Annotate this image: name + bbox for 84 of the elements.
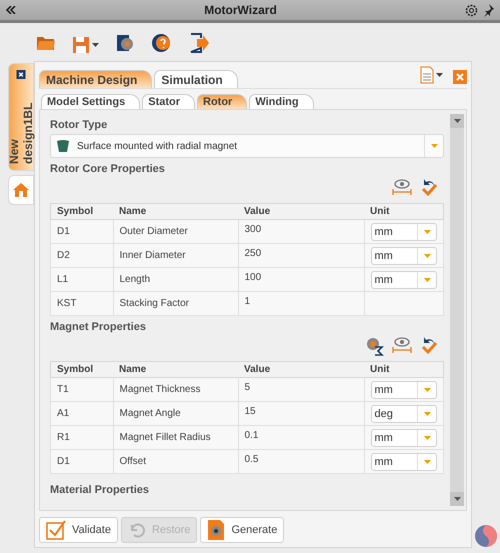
value-field[interactable]: 15 <box>238 402 364 426</box>
caret-icon <box>92 43 99 47</box>
table-cell: Magnet Angle <box>113 402 238 426</box>
table-cell: L1 <box>50 268 113 292</box>
column-header: Unit <box>364 362 444 378</box>
eye-dimension-icon[interactable] <box>392 178 412 196</box>
caret-icon <box>424 230 430 234</box>
tab[interactable]: Machine Design <box>39 70 152 88</box>
help-icon[interactable] <box>151 33 173 53</box>
home-tab[interactable] <box>8 175 34 205</box>
section-title: Rotor Type <box>50 118 108 133</box>
unit-dropdown[interactable]: mm <box>370 428 437 446</box>
table-cell: Offset <box>113 450 238 474</box>
table-cell: A1 <box>50 402 113 426</box>
value-field[interactable]: 0.5 <box>238 450 364 474</box>
tab[interactable]: Simulation <box>154 70 238 88</box>
column-header: Symbol <box>50 362 113 378</box>
tab[interactable]: Rotor <box>197 94 248 109</box>
tab[interactable]: Winding <box>249 94 314 109</box>
collapse-icon[interactable] <box>6 6 16 14</box>
save-icon[interactable] <box>72 36 90 54</box>
tab[interactable]: Stator <box>142 94 196 109</box>
undo-check-icon[interactable] <box>420 336 438 356</box>
table-cell: D1 <box>50 450 113 474</box>
undo-check-icon[interactable] <box>420 178 438 198</box>
settings-icon[interactable] <box>465 4 478 16</box>
section-title: Rotor Core Properties <box>50 162 166 177</box>
table-cell: R1 <box>50 426 113 450</box>
design-tab[interactable]: New design1BL <box>8 63 34 171</box>
table-cell: Magnet Fillet Radius <box>113 426 238 450</box>
table-cell: Inner Diameter <box>113 244 238 268</box>
column-header: Value <box>238 362 364 378</box>
unit-dropdown[interactable]: mm <box>370 452 437 470</box>
unit-dropdown[interactable]: mm <box>370 270 437 288</box>
caret-icon <box>424 388 430 392</box>
document-icon[interactable] <box>420 66 434 84</box>
caret-icon <box>424 460 430 464</box>
generate-button[interactable]: Generate <box>200 517 284 543</box>
rotor-type-dropdown[interactable]: Surface mounted with radial magnet <box>50 134 444 158</box>
caret-icon <box>424 278 430 282</box>
value-field[interactable]: 100 <box>238 268 364 292</box>
section-title: Material Properties <box>50 483 150 498</box>
column-header: Name <box>113 362 238 378</box>
value-field[interactable]: 250 <box>238 244 364 268</box>
table-cell: Outer Diameter <box>113 220 238 244</box>
exit-icon[interactable] <box>189 33 209 53</box>
value-field[interactable]: 5 <box>238 378 364 402</box>
unit-dropdown[interactable]: deg <box>370 404 437 422</box>
home-icon <box>12 182 30 198</box>
table-cell: D2 <box>50 244 113 268</box>
validate-button[interactable]: Validate <box>39 517 118 543</box>
pin-icon[interactable] <box>482 4 494 16</box>
scrollbar[interactable] <box>450 114 464 506</box>
value-field[interactable]: 300 <box>238 220 364 244</box>
table-cell: Magnet Thickness <box>113 378 238 402</box>
window-title: MotorWizard <box>204 3 277 17</box>
caret-icon <box>454 119 460 123</box>
column-header: Name <box>113 204 238 220</box>
table-cell: Stacking Factor <box>113 292 238 316</box>
logo-icon <box>474 524 498 548</box>
rotor-shape-icon <box>57 140 69 152</box>
unit-dropdown[interactable]: mm <box>370 380 437 398</box>
checkbox-check-icon <box>46 520 66 540</box>
table-cell: KST <box>50 292 113 316</box>
caret-icon <box>424 436 430 440</box>
table-cell: D1 <box>50 220 113 244</box>
unit-dropdown[interactable]: mm <box>370 246 437 264</box>
caret-icon <box>430 144 438 148</box>
unit-dropdown[interactable]: mm <box>370 222 437 240</box>
value-field[interactable]: 0.1 <box>238 426 364 450</box>
column-header: Unit <box>364 204 444 220</box>
eye-dimension-icon[interactable] <box>392 336 412 354</box>
close-icon[interactable] <box>16 70 26 80</box>
caret-icon <box>424 412 430 416</box>
section-title: Magnet Properties <box>50 320 147 335</box>
tab[interactable]: Model Settings <box>41 94 140 109</box>
caret-icon <box>424 254 430 258</box>
caret-icon <box>436 73 443 77</box>
caret-icon <box>454 497 460 501</box>
table-cell: Length <box>113 268 238 292</box>
column-header: Value <box>238 204 364 220</box>
value-field[interactable]: 1 <box>238 292 364 316</box>
column-header: Symbol <box>50 204 113 220</box>
table-cell: T1 <box>50 378 113 402</box>
